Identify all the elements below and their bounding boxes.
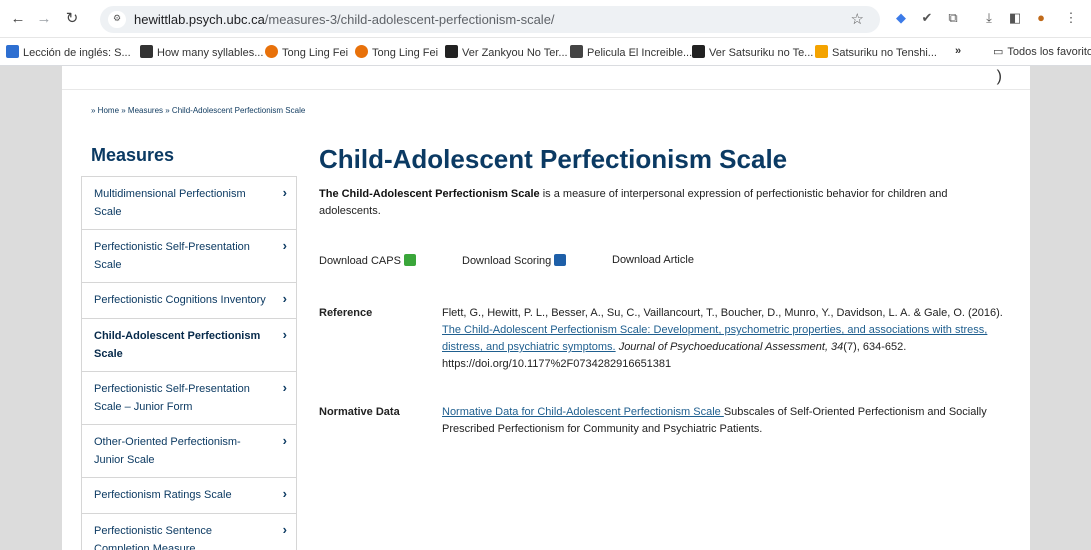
forward-arrow-icon[interactable]: → — [34, 9, 54, 29]
chevron-right-icon: › — [282, 238, 287, 253]
all-bookmarks-folder[interactable]: ▭ Todos los favoritos — [993, 45, 1091, 58]
sidebar-menu: Multidimensional Perfectionism Scale › Pe… — [81, 176, 297, 550]
w-icon — [815, 45, 828, 58]
bookmark-2[interactable]: Tong Ling Fei — [265, 45, 348, 59]
sidebar-item-child-adolescent[interactable]: Child-Adolescent Perfectionism Scale › — [82, 319, 296, 372]
extension-icon[interactable]: ◆ — [892, 9, 910, 27]
chevron-right-icon: › — [282, 433, 287, 448]
site-icon — [570, 45, 583, 58]
download-article-link[interactable]: Download Article — [612, 254, 694, 266]
back-arrow-icon[interactable]: ← — [8, 9, 28, 29]
extensions-puzzle-icon[interactable]: ⧉ — [944, 9, 962, 27]
chevron-right-icon: › — [282, 380, 287, 395]
sidebar-item-self-presentation[interactable]: Perfectionistic Self-Presentation Scale › — [82, 230, 296, 283]
flag-icon — [6, 45, 19, 58]
web-page: ) » Home » Measures » Child-Adolescent P… — [62, 66, 1030, 550]
bookmark-6[interactable]: Ver Satsuriku no Te... — [692, 45, 813, 59]
browser-toolbar: ← → ↻ ⚙ hewittlab.psych.ubc.ca/measures-… — [0, 0, 1091, 38]
sidebar-item-sentence-completion[interactable]: Perfectionistic Sentence Completion Meas… — [82, 514, 296, 550]
sidebar-item-multidimensional[interactable]: Multidimensional Perfectionism Scale › — [82, 177, 296, 230]
chevron-right-icon: › — [282, 486, 287, 501]
sidebar-item-other-oriented[interactable]: Other-Oriented Perfectionism- Junior Sca… — [82, 425, 296, 478]
side-panel-icon[interactable]: ◧ — [1006, 9, 1024, 27]
download-icon[interactable]: ⤓ — [980, 9, 998, 27]
page-title: Child-Adolescent Perfectionism Scale — [319, 144, 788, 174]
bookmarks-bar: Lección de inglés: S... How many syllabl… — [0, 38, 1091, 66]
site-info-icon[interactable]: ⚙ — [108, 11, 126, 28]
bookmark-icon — [140, 45, 153, 58]
header-mark: ) — [996, 68, 1002, 85]
af-icon — [692, 45, 705, 58]
download-caps-link[interactable]: Download CAPS — [319, 254, 416, 267]
menu-icon[interactable]: ⋮ — [1062, 9, 1080, 27]
extension-check-icon[interactable]: ✔ — [918, 9, 936, 27]
download-scoring-link[interactable]: Download Scoring — [462, 254, 567, 267]
sidebar-item-junior-form[interactable]: Perfectionistic Self-Presentation Scale … — [82, 372, 296, 425]
bookmark-5[interactable]: Pelicula El Increible... — [570, 45, 692, 59]
more-bookmarks-button[interactable]: » — [955, 45, 961, 57]
chevron-right-icon: › — [282, 291, 287, 306]
bookmark-1[interactable]: How many syllables... — [140, 45, 263, 59]
download-arrow-icon — [403, 254, 416, 266]
bookmark-star-icon[interactable]: ☆ — [851, 10, 864, 28]
breadcrumb[interactable]: » Home » Measures » Child-Adolescent Per… — [91, 106, 305, 115]
chevron-right-icon: › — [282, 327, 287, 342]
bookmark-4[interactable]: Ver Zankyou No Ter... — [445, 45, 568, 59]
bookmark-7[interactable]: Satsuriku no Tenshi... — [815, 45, 937, 59]
sidebar-title: Measures — [91, 145, 175, 165]
sidebar-item-cognitions[interactable]: Perfectionistic Cognitions Inventory › — [82, 283, 296, 319]
normative-data-text: Normative Data for Child-Adolescent Perf… — [442, 406, 987, 435]
chevron-right-icon: › — [282, 522, 287, 537]
folder-icon: ▭ — [993, 46, 1004, 58]
intro-text: The Child-Adolescent Perfectionism Scale… — [319, 188, 948, 217]
bookmark-0[interactable]: Lección de inglés: S... — [6, 45, 131, 59]
reload-icon[interactable]: ↻ — [62, 9, 82, 29]
url-text[interactable]: hewittlab.psych.ubc.ca/measures-3/child-… — [134, 12, 555, 27]
normative-data-link[interactable]: Normative Data for Child-Adolescent Perf… — [442, 406, 724, 418]
reference-text: Flett, G., Hewitt, P. L., Besser, A., Su… — [442, 307, 1003, 370]
profile-avatar-icon[interactable]: ● — [1032, 9, 1050, 27]
reference-doi[interactable]: https://doi.org/10.1177%2F07342829166513… — [442, 358, 671, 370]
floppy-disk-icon — [554, 254, 567, 266]
site-icon — [265, 45, 278, 58]
reference-label: Reference — [319, 307, 373, 319]
site-icon — [355, 45, 368, 58]
af-icon — [445, 45, 458, 58]
bookmark-3[interactable]: Tong Ling Fei — [355, 45, 438, 59]
address-bar[interactable]: ⚙ hewittlab.psych.ubc.ca/measures-3/chil… — [100, 6, 880, 33]
header-strip: ) — [62, 66, 1030, 90]
normative-data-label: Normative Data — [319, 406, 400, 418]
sidebar-item-ratings[interactable]: Perfectionism Ratings Scale › — [82, 478, 296, 514]
chevron-right-icon: › — [282, 185, 287, 200]
